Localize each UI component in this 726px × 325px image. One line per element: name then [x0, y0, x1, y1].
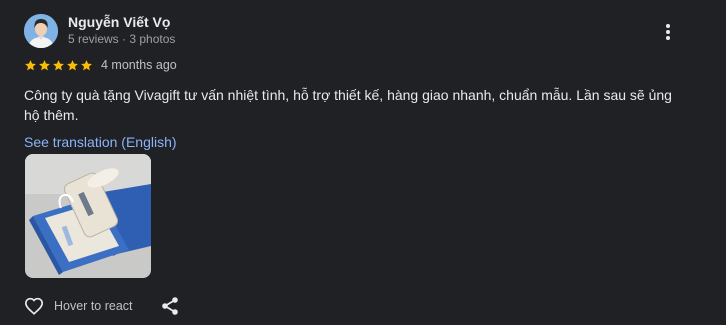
star-icon — [25, 59, 36, 70]
share-button[interactable] — [160, 296, 180, 316]
reviewer-avatar[interactable] — [24, 14, 58, 48]
review-photo[interactable] — [25, 154, 151, 278]
review-text: Công ty quà tặng Vivagift tư vấn nhiệt t… — [24, 87, 672, 123]
review-time: 4 months ago — [101, 58, 177, 72]
react-button[interactable]: Hover to react — [24, 296, 133, 316]
star-icon — [67, 59, 78, 70]
see-translation-link[interactable]: See translation (English) — [24, 134, 177, 150]
more-vert-icon — [666, 24, 670, 40]
star-icon — [81, 59, 92, 70]
star-icon — [39, 59, 50, 70]
reviewer-name[interactable]: Nguyễn Viết Vọ — [68, 14, 170, 30]
share-icon — [162, 297, 178, 315]
star-rating — [24, 59, 93, 72]
rating-row: 4 months ago — [24, 57, 177, 73]
reviewer-meta: 5 reviews · 3 photos — [68, 32, 176, 46]
more-options-button[interactable] — [656, 20, 680, 44]
heart-icon — [24, 297, 44, 315]
react-label: Hover to react — [54, 299, 133, 313]
star-icon — [53, 59, 64, 70]
